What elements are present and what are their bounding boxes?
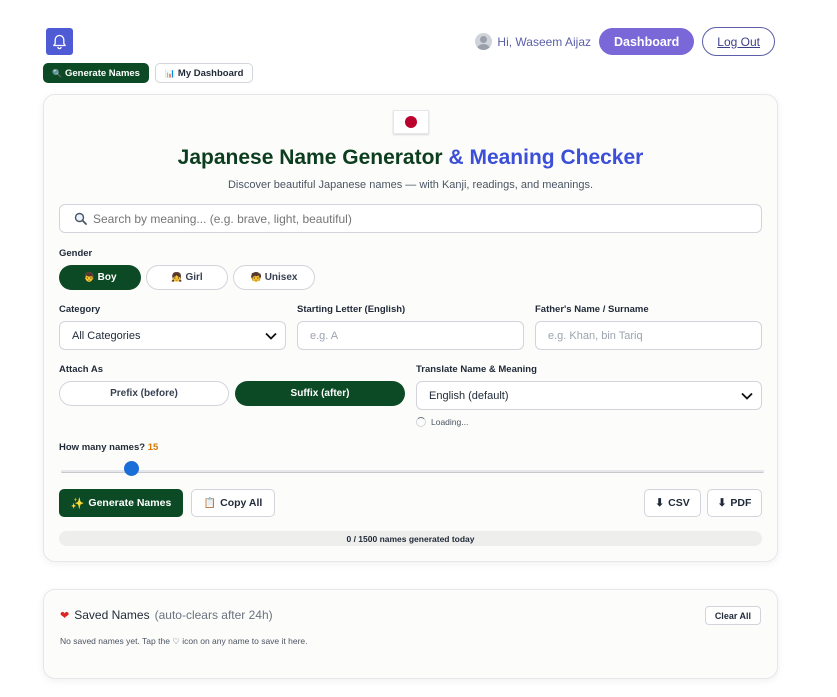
spinner-icon (416, 417, 426, 427)
download-icon: ⬇ (655, 497, 665, 509)
attach-as-label: Attach As (59, 364, 103, 375)
sparkles-icon: ✨ (70, 497, 85, 510)
count-label: How many names? 15 (59, 442, 159, 453)
chart-icon: 📊 (164, 68, 175, 78)
bell-icon (53, 34, 66, 49)
japan-flag-icon (393, 110, 429, 134)
clear-all-button[interactable]: Clear All (704, 606, 761, 625)
clipboard-icon: 📋 (203, 497, 217, 509)
child-icon: 🧒 (250, 272, 262, 282)
translate-select[interactable]: English (default) (416, 381, 762, 410)
download-icon: ⬇ (717, 497, 727, 509)
tab-my-dashboard[interactable]: 📊 My Dashboard (154, 63, 254, 83)
avatar (475, 33, 493, 50)
prefix-button[interactable]: Prefix (before) (59, 381, 229, 406)
notifications-button[interactable] (46, 28, 73, 55)
search-icon: 🔍 (52, 68, 62, 78)
saved-names-card: ❤ Saved Names (auto-clears after 24h) Cl… (43, 589, 778, 679)
count-slider-thumb[interactable] (124, 461, 140, 476)
category-label: Category (59, 304, 101, 315)
surname-input[interactable]: e.g. Khan, bin Tariq (535, 321, 762, 350)
starting-letter-input[interactable]: e.g. A (297, 321, 524, 350)
search-input[interactable] (93, 211, 693, 226)
tab-label: Generate Names (64, 67, 140, 79)
gender-boy-button[interactable]: 👦 Boy (59, 265, 141, 290)
page-subtitle: Discover beautiful Japanese names — with… (227, 179, 594, 191)
tab-generate-names[interactable]: 🔍 Generate Names (43, 63, 149, 83)
copy-all-button[interactable]: 📋 Copy All (191, 489, 275, 517)
translate-label: Translate Name & Meaning (416, 364, 537, 375)
daily-usage-progress: 0 / 1500 names generated today (59, 531, 762, 546)
saved-empty-message: No saved names yet. Tap the ♡ icon on an… (60, 636, 308, 646)
pdf-button[interactable]: ⬇ PDF (707, 489, 762, 517)
suffix-button[interactable]: Suffix (after) (235, 381, 405, 406)
gender-girl-button[interactable]: 👧 Girl (146, 265, 228, 290)
count-value: 15 (147, 442, 159, 453)
tab-label: My Dashboard (177, 67, 244, 79)
starting-letter-label: Starting Letter (English) (297, 304, 406, 315)
logout-button[interactable]: Log Out (702, 27, 775, 56)
dashboard-button[interactable]: Dashboard (599, 28, 695, 55)
gender-unisex-button[interactable]: 🧒 Unisex (233, 265, 315, 290)
chevron-down-icon (741, 392, 753, 400)
gender-label: Gender (59, 248, 93, 259)
boy-icon: 👦 (83, 272, 95, 282)
category-select[interactable]: All Categories (59, 321, 286, 350)
loading-indicator: Loading... (416, 417, 468, 427)
search-icon (74, 212, 87, 225)
heart-icon: ❤ (60, 609, 70, 622)
surname-label: Father's Name / Surname (535, 304, 649, 315)
search-field[interactable] (59, 204, 762, 233)
page-title: Japanese Name Generator & Meaning Checke… (177, 146, 644, 169)
tab-bar: 🔍 Generate Names 📊 My Dashboard (43, 63, 254, 83)
generate-names-button[interactable]: ✨ Generate Names (59, 489, 183, 517)
chevron-down-icon (265, 332, 277, 340)
saved-names-title: ❤ Saved Names (auto-clears after 24h) (60, 608, 273, 622)
csv-button[interactable]: ⬇ CSV (644, 489, 701, 517)
user-greeting: Hi, Waseem Aijaz (497, 34, 591, 49)
generator-card: Japanese Name Generator & Meaning Checke… (43, 94, 778, 562)
count-slider-track[interactable] (61, 470, 764, 473)
user-area: Hi, Waseem Aijaz Dashboard Log Out (475, 27, 775, 56)
girl-icon: 👧 (171, 272, 183, 282)
